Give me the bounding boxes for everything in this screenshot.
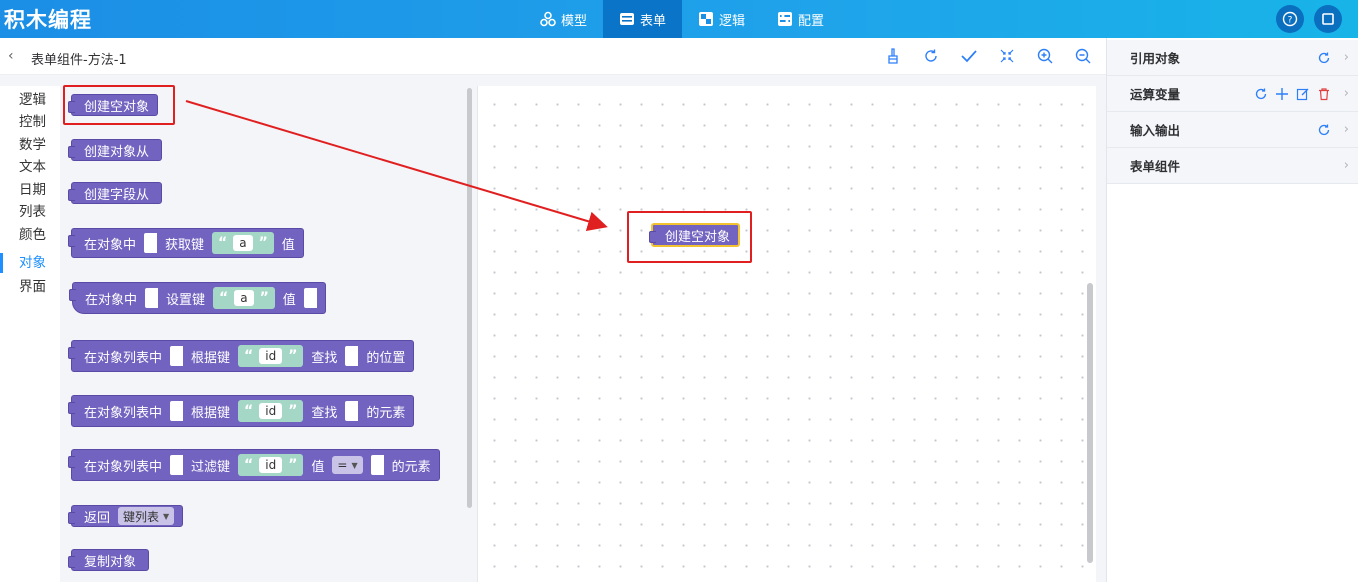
section-referenced-objects[interactable]: 引用对象 › bbox=[1107, 40, 1358, 76]
chevron-right-icon[interactable]: › bbox=[1344, 158, 1349, 173]
edit-icon[interactable] bbox=[1296, 87, 1310, 101]
plus-icon[interactable] bbox=[1275, 87, 1289, 101]
section-title: 引用对象 bbox=[1130, 51, 1181, 66]
section-actions bbox=[1317, 123, 1331, 137]
app-root: 积木编程 模型 表单 逻辑 配置 ? ‹ 表单组件-方法-1 逻辑 控制 数学 … bbox=[0, 0, 1358, 582]
section-input-output[interactable]: 输入输出 › bbox=[1107, 112, 1358, 148]
chevron-right-icon[interactable]: › bbox=[1344, 50, 1349, 65]
chevron-right-icon[interactable]: › bbox=[1344, 122, 1349, 137]
section-actions bbox=[1254, 87, 1331, 101]
section-form-components[interactable]: 表单组件 › bbox=[1107, 148, 1358, 184]
section-title: 运算变量 bbox=[1130, 87, 1181, 102]
section-title: 表单组件 bbox=[1130, 159, 1181, 174]
refresh-icon[interactable] bbox=[1317, 123, 1331, 137]
delete-icon[interactable] bbox=[1317, 87, 1331, 101]
section-computed-variables[interactable]: 运算变量 › bbox=[1107, 76, 1358, 112]
right-panel: 引用对象 › 运算变量 › 输入输出 › 表单组件 › bbox=[1106, 38, 1358, 582]
section-actions bbox=[1317, 51, 1331, 65]
refresh-icon[interactable] bbox=[1254, 87, 1268, 101]
refresh-icon[interactable] bbox=[1317, 51, 1331, 65]
section-title: 输入输出 bbox=[1130, 123, 1181, 138]
chevron-right-icon[interactable]: › bbox=[1344, 86, 1349, 101]
